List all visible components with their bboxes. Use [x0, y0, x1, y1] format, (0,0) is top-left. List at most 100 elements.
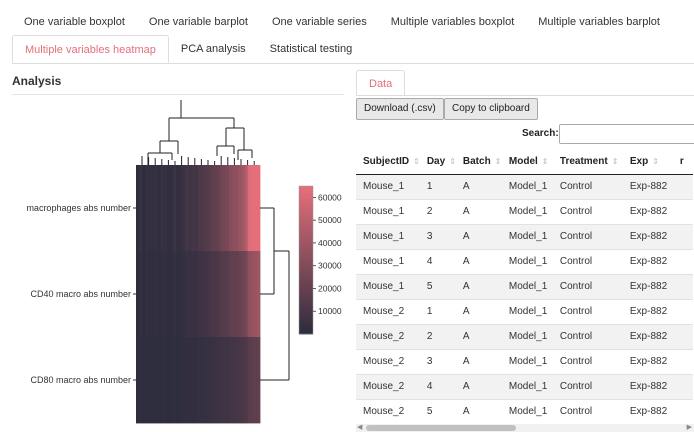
- heatmap-cell: [210, 251, 214, 338]
- sort-icon[interactable]: ⇕: [652, 157, 659, 166]
- table-cell: Exp-882: [622, 373, 673, 399]
- heatmap-cell: [216, 337, 221, 424]
- search-input[interactable]: [559, 124, 694, 144]
- tab-multiple-variables-heatmap[interactable]: Multiple variables heatmap: [12, 35, 169, 63]
- heatmap-cell: [247, 165, 252, 252]
- heatmap-cell: [142, 251, 146, 338]
- heatmap-cell: [170, 337, 174, 424]
- table-cell: 1: [419, 298, 456, 324]
- heatmap-cell: [222, 165, 227, 252]
- table-cell: Control: [552, 323, 623, 349]
- heatmap-cell: [163, 251, 168, 338]
- heatmap-cell: [235, 251, 239, 338]
- table-row[interactable]: Mouse_1 2 A Model_1 Control Exp-882: [356, 198, 693, 224]
- column-header-model[interactable]: Model ⇕: [501, 150, 553, 175]
- heatmap-cell: [182, 251, 186, 338]
- heatmap-cell: [194, 337, 199, 424]
- table-row[interactable]: Mouse_2 4 A Model_1 Control Exp-882: [356, 373, 693, 399]
- table-cell: Control: [552, 273, 623, 299]
- tab-pca-analysis[interactable]: PCA analysis: [169, 35, 258, 63]
- heatmap-cell: [157, 165, 162, 252]
- row-label: CD80 macro abs number: [30, 375, 131, 385]
- heatmap-cell: [154, 251, 159, 338]
- tab-one-variable-series[interactable]: One variable series: [260, 8, 379, 36]
- scroll-right-arrow-icon[interactable]: ▶: [687, 424, 692, 432]
- column-header-treatment[interactable]: Treatment ⇕: [552, 150, 623, 175]
- tab-one-variable-barplot[interactable]: One variable barplot: [137, 8, 260, 36]
- table-row[interactable]: Mouse_1 4 A Model_1 Control Exp-882: [356, 248, 693, 274]
- heatmap-cell: [173, 337, 177, 424]
- heatmap-cell: [136, 337, 140, 424]
- download-csv-button[interactable]: Download (.csv): [356, 98, 444, 120]
- tab-statistical-testing[interactable]: Statistical testing: [258, 35, 365, 63]
- heatmap-cell: [256, 251, 261, 338]
- tab-data[interactable]: Data: [356, 70, 406, 96]
- table-cell: 3: [419, 348, 456, 374]
- table-cell: Exp-882: [622, 198, 673, 224]
- column-header-r[interactable]: r: [672, 150, 693, 175]
- copy-clipboard-button[interactable]: Copy to clipboard: [444, 98, 538, 120]
- heatmap-cell: [151, 337, 155, 424]
- heatmap-cell: [157, 251, 162, 338]
- column-header-batch[interactable]: Batch ⇕: [455, 150, 502, 175]
- table-cell: Exp-882: [622, 323, 673, 349]
- heatmap-cell: [225, 251, 230, 338]
- table-row[interactable]: Mouse_1 3 A Model_1 Control Exp-882: [356, 223, 693, 249]
- heatmap-cell: [222, 337, 227, 424]
- heatmap-cell: [204, 337, 208, 424]
- heatmap-cell: [139, 337, 143, 424]
- heatmap-cell: [167, 251, 171, 338]
- horizontal-scrollbar[interactable]: ◀ ▶: [356, 424, 694, 432]
- column-header-label: Model: [508, 156, 538, 168]
- heatmap-cell: [213, 337, 217, 424]
- heatmap-cell: [151, 165, 155, 252]
- table-cell: [672, 273, 693, 299]
- sort-icon[interactable]: ⇕: [542, 157, 549, 166]
- table-cell: Exp-882: [622, 298, 673, 324]
- heatmap-cell: [148, 165, 152, 252]
- heatmap-cell: [191, 251, 196, 338]
- column-header-exp[interactable]: Exp ⇕: [622, 150, 673, 175]
- heatmap-cell: [145, 251, 149, 338]
- column-header-day[interactable]: Day ⇕: [419, 150, 456, 175]
- heatmap-cell: [256, 337, 261, 424]
- sort-icon[interactable]: ⇕: [449, 157, 456, 166]
- heatmap-cell: [238, 251, 242, 338]
- sort-icon[interactable]: ⇕: [413, 157, 420, 166]
- column-header-label: Exp: [629, 156, 649, 168]
- heatmap-cell: [241, 165, 245, 252]
- table-cell: Model_1: [501, 323, 553, 349]
- table-row[interactable]: Mouse_2 5 A Model_1 Control Exp-882: [356, 398, 693, 424]
- table-row[interactable]: Mouse_2 1 A Model_1 Control Exp-882: [356, 298, 693, 324]
- column-header-subjectid[interactable]: SubjectID ⇕: [356, 150, 420, 175]
- table-row[interactable]: Mouse_1 5 A Model_1 Control Exp-882: [356, 273, 693, 299]
- scrollbar-thumb[interactable]: [366, 425, 516, 431]
- scroll-left-arrow-icon[interactable]: ◀: [357, 424, 362, 432]
- table-row[interactable]: Mouse_2 2 A Model_1 Control Exp-882: [356, 323, 693, 349]
- heatmap-cell: [139, 165, 143, 252]
- tab-multiple-variables-boxplot[interactable]: Multiple variables boxplot: [379, 8, 527, 36]
- table-row[interactable]: Mouse_1 1 A Model_1 Control Exp-882: [356, 173, 693, 199]
- heatmap-cell: [139, 251, 143, 338]
- table-cell: Mouse_1: [356, 198, 420, 224]
- heatmap-cell: [151, 251, 155, 338]
- sort-icon[interactable]: ⇕: [612, 157, 619, 166]
- sort-icon[interactable]: ⇕: [495, 157, 502, 166]
- heatmap-cell: [229, 337, 233, 424]
- heatmap-cell: [173, 251, 177, 338]
- heatmap-cell: [191, 165, 196, 252]
- table-row[interactable]: Mouse_2 3 A Model_1 Control Exp-882: [356, 348, 693, 374]
- heatmap-plot: macrophages abs number CD40 macro abs num…: [26, 100, 342, 424]
- heatmap-cell: [201, 337, 205, 424]
- heatmap-cell: [176, 251, 180, 338]
- tab-one-variable-boxplot[interactable]: One variable boxplot: [12, 8, 137, 36]
- analysis-title: Analysis: [12, 74, 62, 88]
- heatmap-cell: [163, 165, 168, 252]
- heatmap-cell: [225, 165, 230, 252]
- heatmap-cell: [185, 251, 190, 338]
- search-label: Search:: [522, 128, 559, 139]
- legend-tick-label: 40000: [318, 238, 342, 248]
- tab-multiple-variables-barplot[interactable]: Multiple variables barplot: [526, 8, 672, 36]
- heatmap-cell: [232, 251, 236, 338]
- heatmap-cell: [188, 165, 193, 252]
